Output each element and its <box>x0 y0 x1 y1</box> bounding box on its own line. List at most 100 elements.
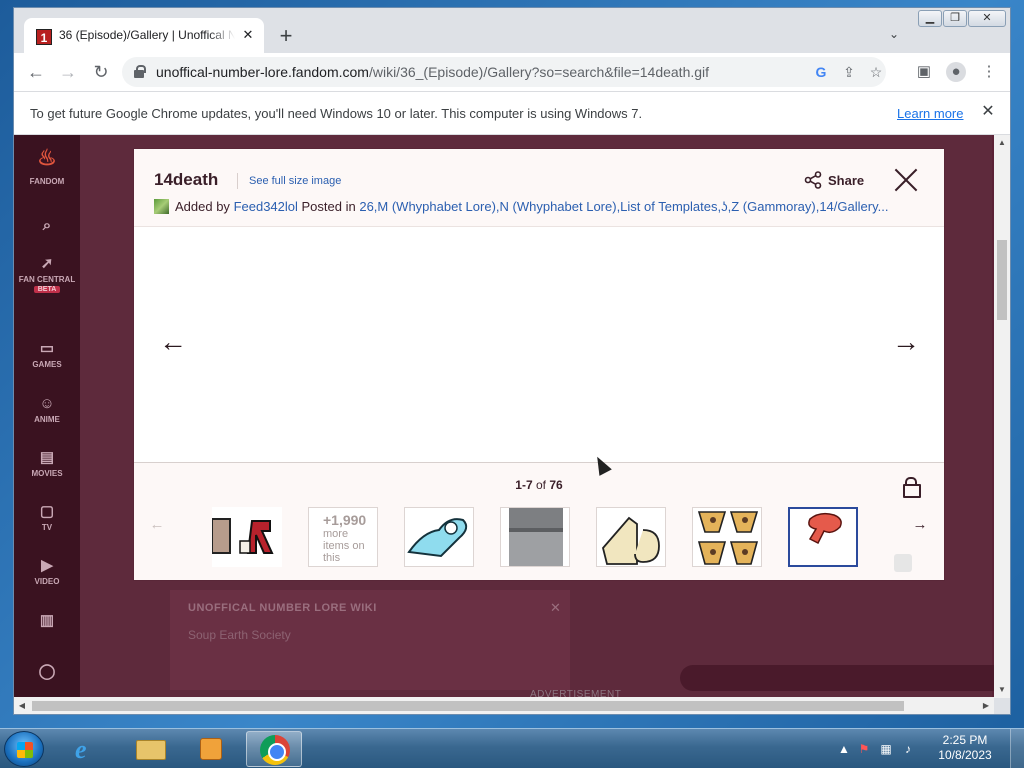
action-center-icon[interactable]: ⚑ <box>856 741 872 757</box>
windows-logo-icon <box>17 742 33 758</box>
author-link[interactable]: Feed342lol <box>234 199 298 214</box>
browser-tab[interactable]: 1 36 (Episode)/Gallery | Unoffical Numbe… <box>24 18 264 54</box>
address-bar[interactable]: unoffical-number-lore.fandom.com/wiki/36… <box>122 57 886 87</box>
strip-previous-icon[interactable]: ← <box>147 515 167 535</box>
counter-range: 1-7 <box>515 478 533 492</box>
chrome-icon <box>260 735 290 765</box>
profile-icon[interactable]: ● <box>946 62 966 82</box>
gamepad-icon: ▭ <box>39 340 55 357</box>
show-hidden-icons-icon[interactable]: ▲ <box>836 741 852 757</box>
close-lightbox-icon[interactable] <box>893 167 919 193</box>
more-items-tile[interactable]: +1,990 more items on this <box>308 507 378 567</box>
wiki-notice-link[interactable]: Soup Earth Society <box>188 628 291 642</box>
more-items-label: more items on this <box>323 528 365 564</box>
share-label: Share <box>828 173 865 188</box>
loading-indicator <box>894 554 912 572</box>
horizontal-scroll-thumb[interactable] <box>32 701 904 711</box>
infobar-close-icon[interactable]: ✕ <box>978 102 998 122</box>
vertical-scroll-thumb[interactable] <box>997 240 1007 320</box>
thumbnail-image <box>509 508 563 566</box>
rail-item-games[interactable]: ▭ GAMES <box>14 340 80 369</box>
chrome-window: 1 36 (Episode)/Gallery | Unoffical Numbe… <box>13 7 1011 715</box>
volume-muted-icon[interactable]: ♪ <box>900 741 916 757</box>
posted-in-pages-links[interactable]: 26,M (Whyphabet Lore),N (Whyphabet Lore)… <box>359 199 888 214</box>
show-desktop-button[interactable] <box>1010 729 1024 768</box>
menu-icon[interactable]: ⋮ <box>979 62 999 82</box>
scroll-right-icon[interactable]: ▶ <box>978 697 994 714</box>
counter-total: 76 <box>549 478 563 492</box>
google-icon[interactable]: G <box>812 63 830 81</box>
tab-close-icon[interactable]: ✕ <box>240 27 256 43</box>
window-controls: ▁ ❐ ✕ <box>918 10 1006 28</box>
rail-item-movies[interactable]: ▤ MOVIES <box>14 449 80 478</box>
movies-icon: ▤ <box>39 449 55 466</box>
vertical-scrollbar[interactable]: ▲ ▼ <box>994 135 1010 698</box>
tv-icon: ▢ <box>39 503 55 520</box>
lock-icon[interactable] <box>134 65 146 78</box>
rail-item-fandom[interactable]: ♨ FANDOM <box>14 147 80 187</box>
rail-item-video[interactable]: ▶ VIDEO <box>14 557 80 586</box>
new-tab-button[interactable]: + <box>274 25 298 49</box>
back-icon[interactable]: ← <box>23 59 49 85</box>
infobar-message: To get future Google Chrome updates, you… <box>30 106 643 121</box>
thumbnail-1[interactable] <box>212 507 282 567</box>
close-window-button[interactable]: ✕ <box>968 10 1006 27</box>
scroll-down-icon[interactable]: ▼ <box>994 682 1010 698</box>
scroll-up-icon[interactable]: ▲ <box>994 135 1010 151</box>
search-icon: ⌕ <box>42 217 52 234</box>
share-button[interactable]: Share <box>804 171 864 193</box>
url-host: unoffical-number-lore.fandom.com <box>156 64 369 80</box>
full-size-link[interactable]: See full size image <box>249 175 341 187</box>
windows-taskbar: e ▲ ⚑ ▦ ♪ 2:25 PM 10/8/2023 <box>0 728 1024 768</box>
rail-item-wiki[interactable]: ▥ <box>14 612 80 632</box>
thumbnail-6[interactable] <box>692 507 762 567</box>
scroll-left-icon[interactable]: ◀ <box>14 697 30 714</box>
taskbar-google-chrome[interactable] <box>246 731 302 767</box>
minimize-button[interactable]: ▁ <box>918 10 942 27</box>
url-path: /wiki/36_(Episode)/Gallery?so=search&fil… <box>368 64 710 80</box>
rail-label: FAN CENTRAL <box>18 275 76 284</box>
rail-item-user[interactable]: ◯ <box>14 663 80 683</box>
thumbnail-5[interactable] <box>596 507 666 567</box>
rail-item-search[interactable]: ⌕ <box>14 217 80 237</box>
rail-item-anime[interactable]: ☺ ANIME <box>14 395 80 424</box>
thumbnail-strip: 1-7 of 76 ← → +1,990 more items on this <box>134 464 944 580</box>
thumbnail-3[interactable] <box>404 507 474 567</box>
taskbar-internet-explorer[interactable]: e <box>62 731 118 767</box>
start-button[interactable] <box>4 731 44 767</box>
unlock-icon[interactable] <box>902 477 921 498</box>
learn-more-link[interactable]: Learn more <box>897 106 963 121</box>
network-icon[interactable]: ▦ <box>878 741 894 757</box>
side-panel-icon[interactable]: ▣ <box>914 62 934 82</box>
tab-search-icon[interactable]: ⌄ <box>886 27 902 43</box>
user-icon: ◯ <box>38 663 56 680</box>
rail-label: ANIME <box>34 415 60 424</box>
horizontal-scrollbar[interactable]: ◀ ▶ <box>14 697 994 714</box>
strip-next-icon[interactable]: → <box>910 515 930 535</box>
share-icon <box>804 171 822 189</box>
browser-toolbar: ← → ↻ unoffical-number-lore.fandom.com/w… <box>14 53 1010 91</box>
author-avatar[interactable] <box>154 199 169 214</box>
rocket-icon: ➚ <box>40 255 54 272</box>
maximize-button[interactable]: ❐ <box>943 10 967 27</box>
rail-item-tv[interactable]: ▢ TV <box>14 503 80 532</box>
clock-date: 10/8/2023 <box>938 748 992 762</box>
lightbox-header: 14death See full size image Added by Fee… <box>134 149 944 227</box>
forward-icon[interactable]: → <box>55 59 81 85</box>
added-by-label: Added by <box>175 199 230 214</box>
thumbnail-7-selected[interactable] <box>788 507 858 567</box>
share-page-icon[interactable]: ⇪ <box>840 63 858 81</box>
bookmark-star-icon[interactable]: ☆ <box>867 63 885 81</box>
taskbar-windows-explorer[interactable] <box>122 731 178 767</box>
clock[interactable]: 2:25 PM 10/8/2023 <box>930 733 1000 763</box>
wiki-notice-close-icon[interactable]: ✕ <box>550 600 561 616</box>
next-image-arrow-icon[interactable]: → <box>891 327 921 357</box>
rail-item-fan-central[interactable]: ➚ FAN CENTRAL BETA <box>14 255 80 293</box>
thumbnail-4[interactable] <box>500 507 570 567</box>
url-text[interactable]: unoffical-number-lore.fandom.com/wiki/36… <box>156 64 709 80</box>
wiki-notice-title: UNOFFICAL NUMBER LORE WIKI <box>188 602 377 614</box>
bottom-links-bar <box>680 665 1010 691</box>
taskbar-media-player[interactable] <box>182 731 238 767</box>
previous-image-arrow-icon[interactable]: ← <box>158 327 188 357</box>
reload-icon[interactable]: ↻ <box>88 59 114 85</box>
